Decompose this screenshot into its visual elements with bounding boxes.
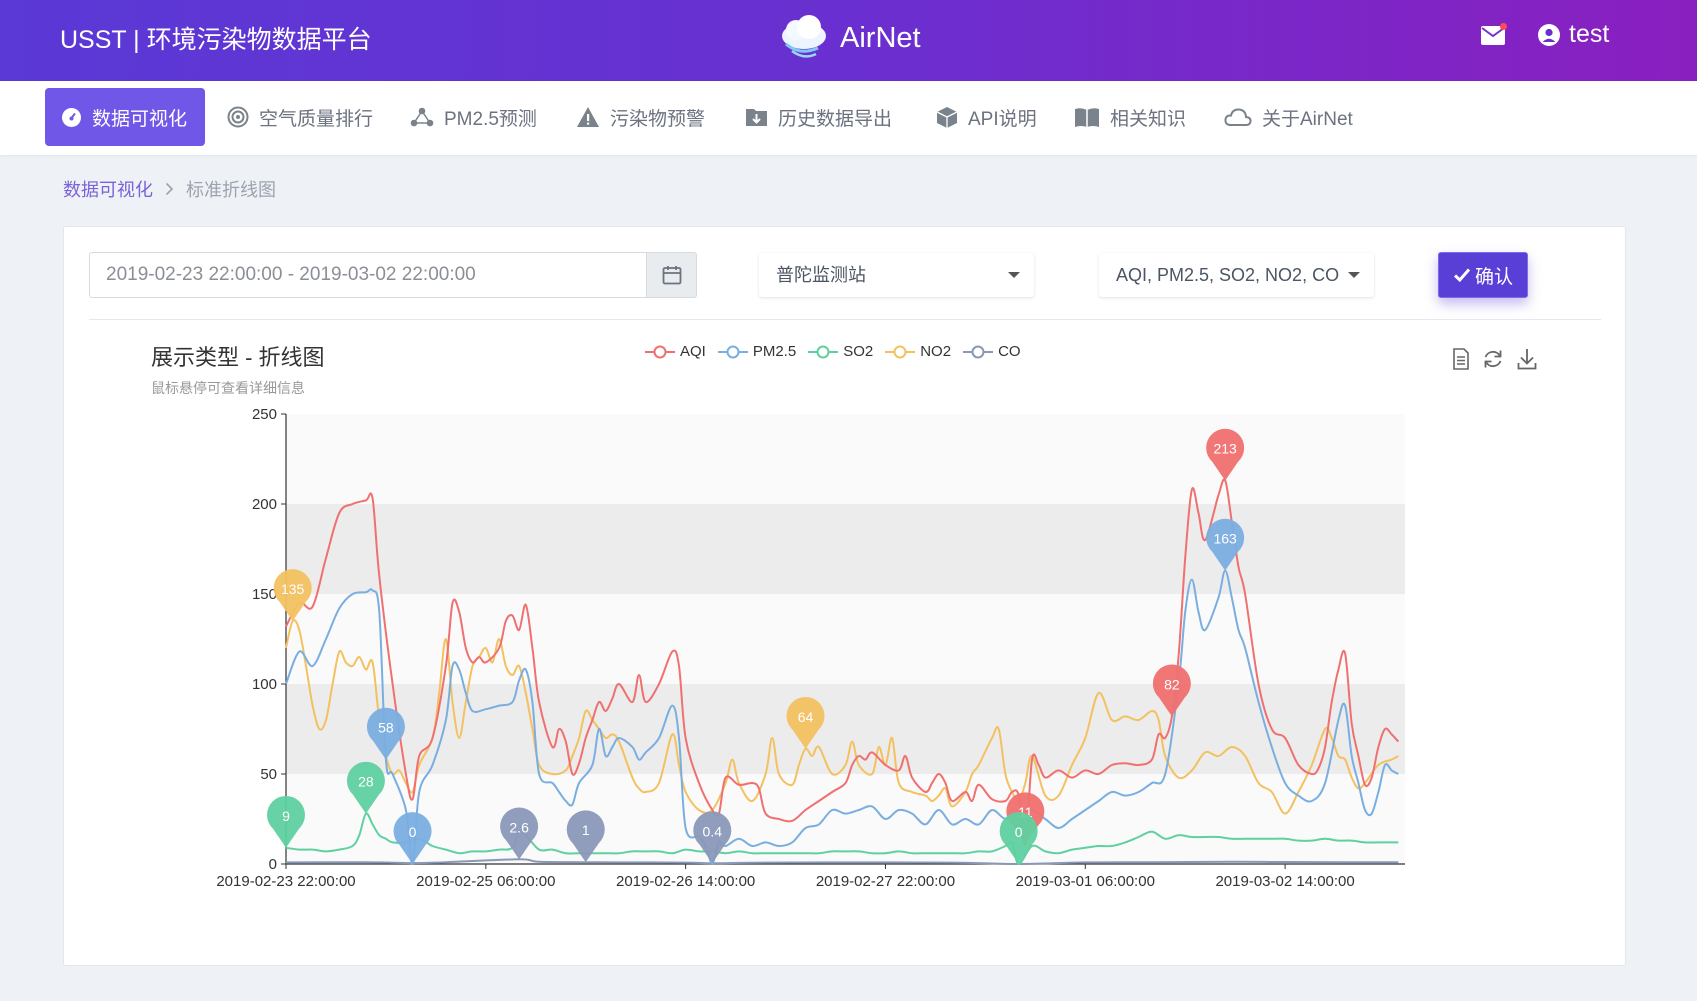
breadcrumb-parent-link[interactable]: 数据可视化 xyxy=(63,176,153,202)
user-menu[interactable]: test xyxy=(1538,20,1609,49)
brand-title[interactable]: USST | 环境污染物数据平台 xyxy=(60,20,372,56)
breadcrumb-current: 标准折线图 xyxy=(186,180,276,200)
network-icon xyxy=(410,107,434,127)
legend-item[interactable]: NO2 xyxy=(885,343,951,360)
legend-label: CO xyxy=(998,343,1021,360)
nav-label: 相关知识 xyxy=(1110,108,1187,130)
book-icon xyxy=(1075,107,1099,127)
legend-line-marker-icon xyxy=(885,345,916,358)
nav-item-api-docs[interactable]: API说明 xyxy=(920,88,1053,146)
nav-label: API说明 xyxy=(968,108,1037,130)
nav-item-about[interactable]: 关于AirNet xyxy=(1208,88,1369,146)
notification-dot xyxy=(1500,23,1507,30)
legend-label: NO2 xyxy=(920,343,952,360)
pollutant-select-value: AQI, PM2.5, SO2, NO2, CO xyxy=(1116,265,1340,285)
legend-item[interactable]: PM2.5 xyxy=(717,343,797,360)
caret-down-icon xyxy=(1008,272,1020,278)
chart-legend: AQI PM2.5 SO2 NO2 CO xyxy=(645,343,1021,360)
user-circle-icon xyxy=(1538,23,1560,46)
check-icon xyxy=(1453,268,1471,283)
nav-item-knowledge[interactable]: 相关知识 xyxy=(1058,88,1202,146)
cloud-icon xyxy=(1224,108,1252,126)
nav-label: 污染物预警 xyxy=(610,108,706,130)
nav-item-history-export[interactable]: 历史数据导出 xyxy=(729,88,908,146)
station-select-value: 普陀监测站 xyxy=(776,265,866,285)
logo-text: AirNet xyxy=(840,21,921,54)
chart-subtitle: 鼠标悬停可查看详细信息 xyxy=(151,380,305,396)
caret-down-icon xyxy=(1348,272,1360,278)
export-icon xyxy=(746,109,767,126)
data-view-icon[interactable] xyxy=(1452,348,1470,370)
station-select[interactable]: 普陀监测站 xyxy=(759,253,1034,297)
nav-label: 历史数据导出 xyxy=(778,108,893,130)
username: test xyxy=(1569,20,1610,48)
top-bar: USST | 环境污染物数据平台 AirNet test xyxy=(0,0,1697,81)
main-nav: 数据可视化 空气质量排行 PM2.5预测 污染物预警 历史数据导出 API说明 … xyxy=(0,81,1697,155)
nav-item-pm25-forecast[interactable]: PM2.5预测 xyxy=(394,88,553,146)
nav-label: PM2.5预测 xyxy=(444,108,537,130)
legend-item[interactable]: AQI xyxy=(645,343,706,360)
refresh-icon[interactable] xyxy=(1482,348,1504,370)
legend-label: AQI xyxy=(680,343,706,360)
target-icon xyxy=(227,106,249,128)
breadcrumb: 数据可视化 标准折线图 xyxy=(63,176,276,202)
nav-item-air-quality-rank[interactable]: 空气质量排行 xyxy=(211,88,389,146)
pollutant-select[interactable]: AQI, PM2.5, SO2, NO2, CO xyxy=(1099,253,1374,297)
nav-label: 关于AirNet xyxy=(1262,108,1353,130)
calendar-icon xyxy=(662,266,681,285)
warning-icon xyxy=(577,107,599,127)
dashboard-icon xyxy=(62,107,81,127)
download-icon[interactable] xyxy=(1517,348,1537,370)
nav-label: 空气质量排行 xyxy=(259,108,374,130)
chart-card xyxy=(63,226,1626,966)
chevron-right-icon xyxy=(165,182,174,196)
nav-label: 数据可视化 xyxy=(92,108,188,130)
legend-item[interactable]: SO2 xyxy=(808,343,873,360)
legend-line-marker-icon xyxy=(963,345,994,358)
logo[interactable]: AirNet xyxy=(778,14,921,62)
cube-icon xyxy=(936,106,958,128)
nav-item-pollution-warning[interactable]: 污染物预警 xyxy=(560,88,721,146)
legend-label: SO2 xyxy=(843,343,874,360)
legend-line-marker-icon xyxy=(717,345,748,358)
cloud-logo-icon xyxy=(782,15,826,58)
legend-label: PM2.5 xyxy=(752,343,797,360)
legend-line-marker-icon xyxy=(645,345,675,358)
confirm-button[interactable]: 确认 xyxy=(1438,252,1528,298)
legend-line-marker-icon xyxy=(808,345,839,358)
confirm-label: 确认 xyxy=(1474,266,1513,288)
calendar-button[interactable] xyxy=(646,252,697,298)
date-range-input[interactable]: 2019-02-23 22:00:00 - 2019-03-02 22:00:0… xyxy=(89,252,647,298)
divider xyxy=(89,319,1601,320)
legend-item[interactable]: CO xyxy=(963,343,1021,360)
chart-title: 展示类型 - 折线图 xyxy=(151,345,325,370)
nav-item-data-visualization[interactable]: 数据可视化 xyxy=(45,88,205,146)
